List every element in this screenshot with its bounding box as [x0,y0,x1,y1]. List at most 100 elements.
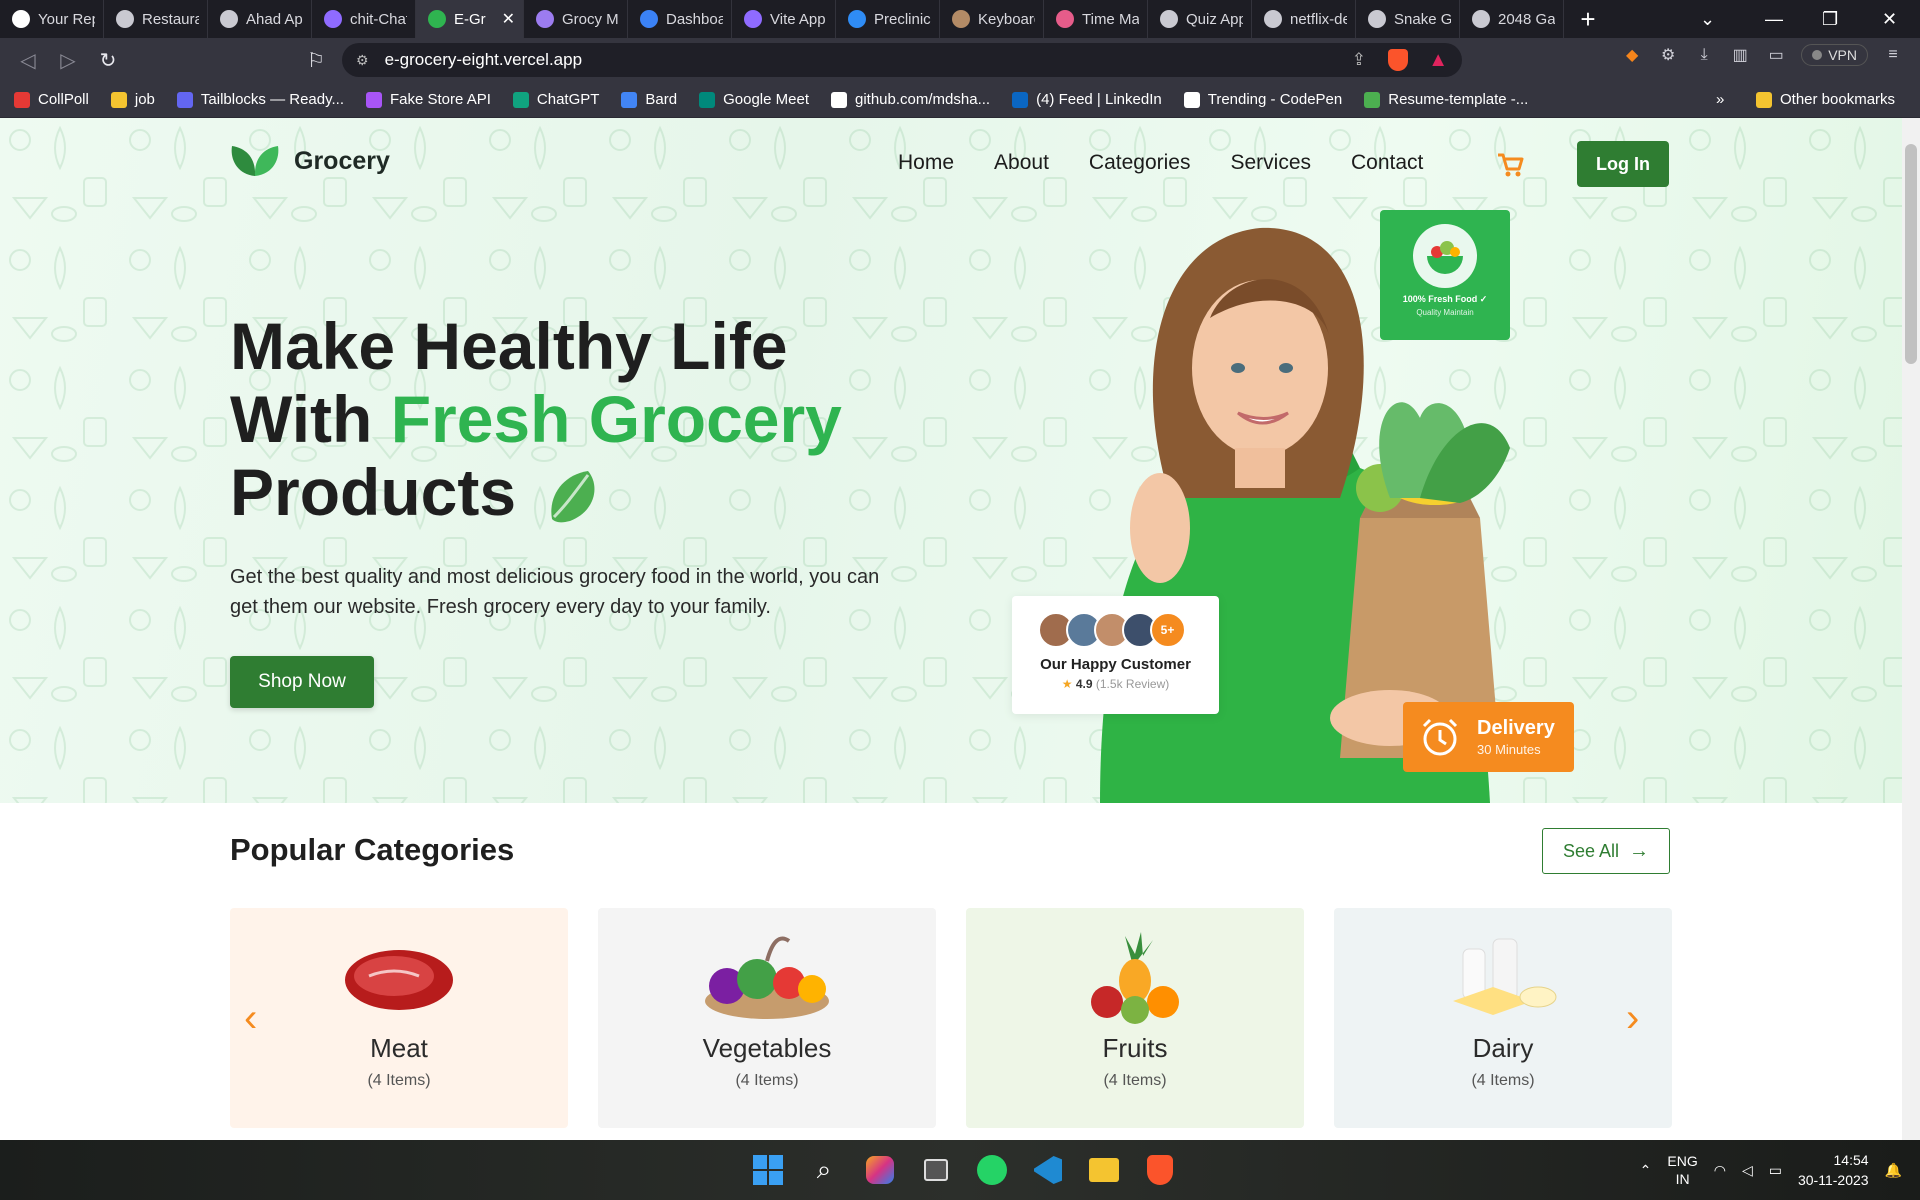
tab-14[interactable]: 2048 Gar [1460,0,1564,38]
bookmark-icon[interactable]: ⚐ [296,48,336,73]
share-icon[interactable]: ⇪ [1352,50,1366,70]
tab-label: Restaurar [142,10,199,28]
bookmark-item[interactable]: github.com/mdsha... [831,91,990,108]
shop-now-button[interactable]: Shop Now [230,656,374,708]
bookmark-item[interactable]: Bard [621,91,677,108]
nav-link-about[interactable]: About [994,151,1049,175]
tab-4[interactable]: E-Gr ✕ [416,0,524,38]
windows-start-icon[interactable] [748,1150,788,1190]
whatsapp-icon[interactable] [972,1150,1012,1190]
menu-icon[interactable]: ≡ [1882,44,1904,66]
close-tab-icon[interactable]: ✕ [502,9,515,29]
chevron-up-icon[interactable]: ⌃ [1640,1162,1652,1179]
tab-11[interactable]: Quiz App [1148,0,1252,38]
restore-icon[interactable]: ❐ [1822,0,1838,38]
tab-6[interactable]: Dashboa [628,0,732,38]
url-bar[interactable]: ⚙ e-grocery-eight.vercel.app ⇪ ▲ [342,43,1462,77]
wifi-icon[interactable]: ◠ [1714,1162,1726,1179]
rating-value: 4.9 [1075,677,1093,691]
extensions-icon[interactable]: ⚙ [1657,44,1679,66]
copilot-icon[interactable] [860,1150,900,1190]
bookmark-item[interactable]: ChatGPT [512,91,599,108]
battery-icon[interactable]: ▭ [1769,1162,1782,1179]
windows-taskbar: ⌕ ⌃ ENG IN ◠ ◁ ▭ 14:54 30-11-2023 🔔 [0,1140,1920,1200]
category-card-fruits[interactable]: Fruits (4 Items) [966,908,1304,1128]
scrollbar-thumb[interactable] [1905,144,1917,364]
bookmark-item[interactable]: (4) Feed | LinkedIn [1012,91,1162,108]
close-window-icon[interactable]: ✕ [1882,0,1897,38]
tab-10[interactable]: Time Ma [1044,0,1148,38]
forward-icon[interactable]: ▷ [48,48,88,73]
tab-0[interactable]: Your Rep [0,0,104,38]
task-view-icon[interactable] [916,1150,956,1190]
volume-icon[interactable]: ◁ [1742,1162,1753,1179]
vpn-button[interactable]: VPN [1801,44,1868,66]
more-bookmarks-button[interactable]: » [1716,91,1724,108]
file-explorer-icon[interactable] [1084,1150,1124,1190]
brave-rewards-icon[interactable]: ▲ [1428,49,1448,72]
back-icon[interactable]: ◁ [8,48,48,73]
nav-link-categories[interactable]: Categories [1089,151,1191,175]
brave-browser-icon[interactable] [1140,1150,1180,1190]
avatar-more-badge: 5+ [1149,612,1186,648]
bookmark-favicon-icon [831,91,847,108]
category-card-meat[interactable]: Meat (4 Items) [230,908,568,1128]
delivery-subtitle: 30 Minutes [1477,742,1541,757]
login-button[interactable]: Log In [1577,141,1669,187]
tab-3[interactable]: chit-Chat [312,0,416,38]
see-all-button[interactable]: See All → [1542,828,1670,874]
tab-search-icon[interactable]: ⌄ [1700,0,1715,38]
nav-link-contact[interactable]: Contact [1351,151,1423,175]
category-card-vegetables[interactable]: Vegetables (4 Items) [598,908,936,1128]
sidebar-icon[interactable]: ▥ [1729,44,1751,66]
category-name: Dairy [1472,1033,1534,1063]
brave-shield-icon[interactable] [1388,49,1408,71]
tab-13[interactable]: Snake Ga [1356,0,1460,38]
bookmark-item[interactable]: Resume-template -... [1364,91,1528,108]
tab-7[interactable]: Vite App [732,0,836,38]
category-cards: Meat (4 Items) Vegetables (4 Items) Fruits (4… [230,908,1672,1128]
reload-icon[interactable]: ↻ [88,48,128,73]
tab-9[interactable]: Keyboard [940,0,1044,38]
wallet-icon[interactable]: ▭ [1765,44,1787,66]
bookmark-label: Resume-template -... [1388,91,1529,108]
cart-icon[interactable] [1496,152,1524,178]
bookmark-item[interactable]: Fake Store API [366,91,491,108]
site-logo[interactable]: Grocery [230,144,390,178]
category-card-dairy[interactable]: Dairy (4 Items) [1334,908,1672,1128]
tab-5[interactable]: Grocy M [524,0,628,38]
download-icon[interactable]: ⤓ [1693,44,1715,66]
tab-8[interactable]: Preclinic [836,0,940,38]
vscode-icon[interactable] [1028,1150,1068,1190]
search-icon[interactable]: ⌕ [804,1150,844,1190]
site-info-icon[interactable]: ⚙ [356,52,369,69]
review-count: (1.5k Review) [1095,677,1170,691]
language-indicator[interactable]: ENG IN [1667,1152,1697,1188]
bookmark-item[interactable]: Trending - CodePen [1183,91,1343,108]
nav-link-home[interactable]: Home [898,151,954,175]
bookmark-item[interactable]: CollPoll [14,91,89,108]
minimize-icon[interactable]: — [1765,0,1783,38]
clock[interactable]: 14:54 30-11-2023 [1798,1150,1869,1190]
globe-icon [116,10,134,28]
bookmark-item[interactable]: Tailblocks — Ready... [176,91,344,108]
logo-text: Grocery [294,146,390,175]
new-tab-button[interactable]: + [1564,4,1612,35]
next-arrow-icon[interactable]: › [1626,996,1639,1041]
page-scrollbar[interactable] [1902,118,1920,1140]
tab-1[interactable]: Restaurar [104,0,208,38]
bookmark-item[interactable]: Google Meet [699,91,809,108]
other-bookmarks-folder[interactable]: Other bookmarks [1756,91,1895,108]
notification-bell-icon[interactable]: 🔔 [1885,1162,1902,1179]
globe-icon [220,10,238,28]
metamask-icon[interactable]: ◆ [1621,44,1643,66]
bookmark-label: Trending - CodePen [1207,91,1343,108]
globe-icon [1160,10,1178,28]
prev-arrow-icon[interactable]: ‹ [244,996,257,1041]
tab-12[interactable]: netflix-de [1252,0,1356,38]
fresh-title: 100% Fresh Food ✓ [1402,294,1488,304]
tab-2[interactable]: Ahad Ap [208,0,312,38]
nav-link-services[interactable]: Services [1230,151,1311,175]
bookmark-item[interactable]: job [110,91,155,108]
hero-headline: Make Healthy Life With Fresh Grocery Pro… [230,310,950,529]
